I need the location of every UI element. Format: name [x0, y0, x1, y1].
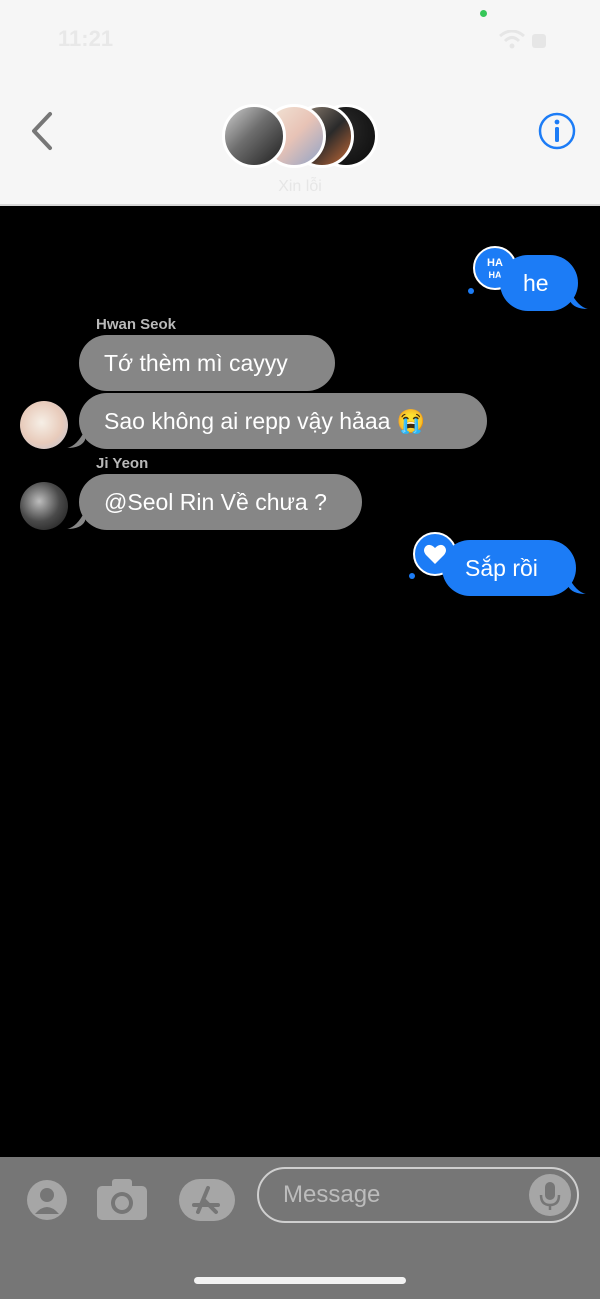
home-indicator[interactable] [194, 1277, 406, 1284]
received-message-bubble[interactable]: Tớ thèm mì cayyy [79, 335, 335, 391]
tapback-dot [409, 573, 415, 579]
message-text: he [523, 270, 549, 296]
sent-message-bubble[interactable]: Sắp rồi [442, 540, 576, 596]
message-text: @Seol Rin Về chưa ? [104, 489, 327, 515]
message-placeholder: Message [283, 1181, 381, 1208]
wifi-icon [499, 30, 525, 49]
app-store-icon[interactable] [178, 1178, 236, 1222]
message-text: Sao không ai repp vậy hảaa 😭 [104, 408, 426, 434]
message-text: Sắp rồi [465, 555, 538, 581]
sent-message-bubble[interactable]: he [500, 255, 578, 311]
camera-indicator-dot [480, 10, 487, 17]
status-icons [499, 30, 546, 49]
mic-button[interactable] [529, 1174, 571, 1216]
message-input[interactable]: Message [257, 1167, 579, 1223]
sender-name: Ji Yeon [96, 455, 149, 472]
avatar[interactable] [20, 482, 68, 530]
bubble-tail [67, 511, 85, 529]
camera-icon[interactable] [95, 1177, 149, 1223]
mic-icon [539, 1182, 561, 1210]
svg-text:HA: HA [487, 257, 503, 269]
received-message-bubble[interactable]: @Seol Rin Về chưa ? [79, 474, 362, 530]
message-text: Tớ thèm mì cayyy [104, 350, 288, 376]
person-icon[interactable] [25, 1178, 69, 1222]
tapback-dot [468, 288, 474, 294]
sender-name: Hwan Seok [96, 316, 177, 333]
group-avatars[interactable] [222, 104, 382, 174]
conversation-header: 11:21 Xin lỗi [0, 0, 600, 206]
bubble-tail [570, 291, 588, 309]
avatar [222, 104, 286, 168]
bubble-tail [67, 430, 85, 448]
battery-icon [532, 34, 546, 48]
group-name[interactable]: Xin lỗi [0, 178, 600, 196]
back-chevron-icon[interactable] [26, 108, 66, 154]
status-time: 11:21 [58, 26, 114, 51]
received-message-bubble[interactable]: Sao không ai repp vậy hảaa 😭 [79, 393, 487, 449]
bubble-tail [568, 576, 586, 594]
info-icon[interactable] [537, 111, 577, 151]
avatar[interactable] [20, 401, 68, 449]
